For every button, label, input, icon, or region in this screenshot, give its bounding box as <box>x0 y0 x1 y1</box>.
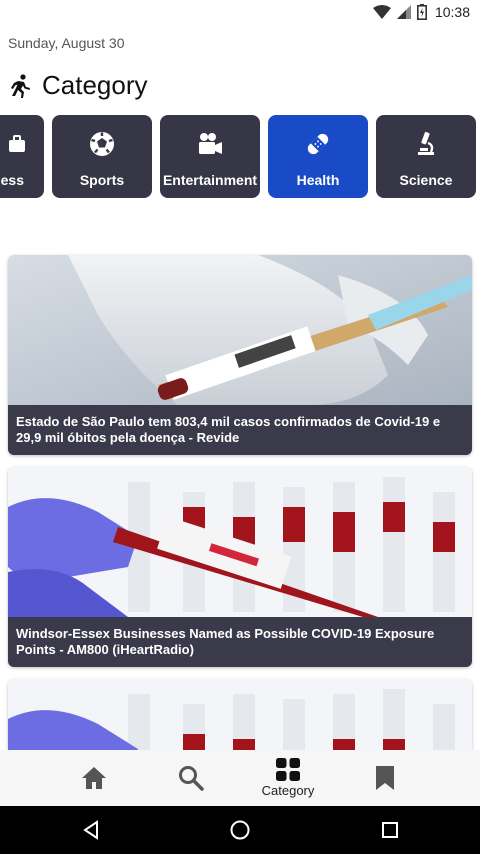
bookmark-icon <box>376 766 394 790</box>
microscope-icon <box>413 131 439 157</box>
category-chip-science[interactable]: Science <box>376 115 476 198</box>
category-label: Science <box>399 172 453 188</box>
soccer-ball-icon <box>89 131 115 157</box>
briefcase-icon <box>4 131 30 157</box>
home-icon <box>82 767 106 789</box>
page-title: Category <box>42 70 148 100</box>
status-bar: 10:38 <box>0 0 480 24</box>
bottom-navigation: Category <box>0 750 480 806</box>
bandage-icon <box>305 131 331 157</box>
article-title: Estado de São Paulo tem 803,4 mil casos … <box>8 405 472 455</box>
cell-signal-icon <box>396 5 411 19</box>
category-chip-sports[interactable]: Sports <box>52 115 152 198</box>
category-chip-business[interactable]: ess <box>0 115 44 198</box>
current-date: Sunday, August 30 <box>8 35 125 51</box>
nav-category[interactable]: Category <box>240 750 336 806</box>
wifi-icon <box>372 5 391 19</box>
home-circle-icon[interactable] <box>228 818 252 842</box>
nav-home[interactable] <box>46 750 142 806</box>
news-card[interactable]: Estado de São Paulo tem 803,4 mil casos … <box>8 255 472 455</box>
category-label: Sports <box>79 172 125 188</box>
back-icon[interactable] <box>79 818 103 842</box>
category-chip-health[interactable]: Health <box>268 115 368 198</box>
running-person-icon <box>11 73 30 98</box>
article-title: Windsor-Essex Businesses Named as Possib… <box>8 617 472 667</box>
grid-icon <box>276 758 300 781</box>
nav-label: Category <box>261 783 315 798</box>
category-chip-entertainment[interactable]: Entertainment <box>160 115 260 198</box>
news-card[interactable]: Windsor-Essex Businesses Named as Possib… <box>8 467 472 667</box>
recents-icon[interactable] <box>378 818 402 842</box>
category-chips: ess Sports Entertainment Health Science <box>0 115 480 199</box>
article-image <box>8 467 472 617</box>
battery-icon <box>416 4 427 20</box>
article-image <box>8 255 472 405</box>
category-label: Health <box>296 172 340 188</box>
nav-bookmarks[interactable] <box>337 750 433 806</box>
video-camera-icon <box>197 131 223 157</box>
page-header: Category <box>10 70 148 101</box>
category-label: ess <box>0 172 24 188</box>
category-label: Entertainment <box>162 172 258 188</box>
search-icon <box>179 766 204 791</box>
nav-search[interactable] <box>143 750 239 806</box>
system-navigation-bar <box>0 806 480 854</box>
clock-time: 10:38 <box>434 4 470 20</box>
